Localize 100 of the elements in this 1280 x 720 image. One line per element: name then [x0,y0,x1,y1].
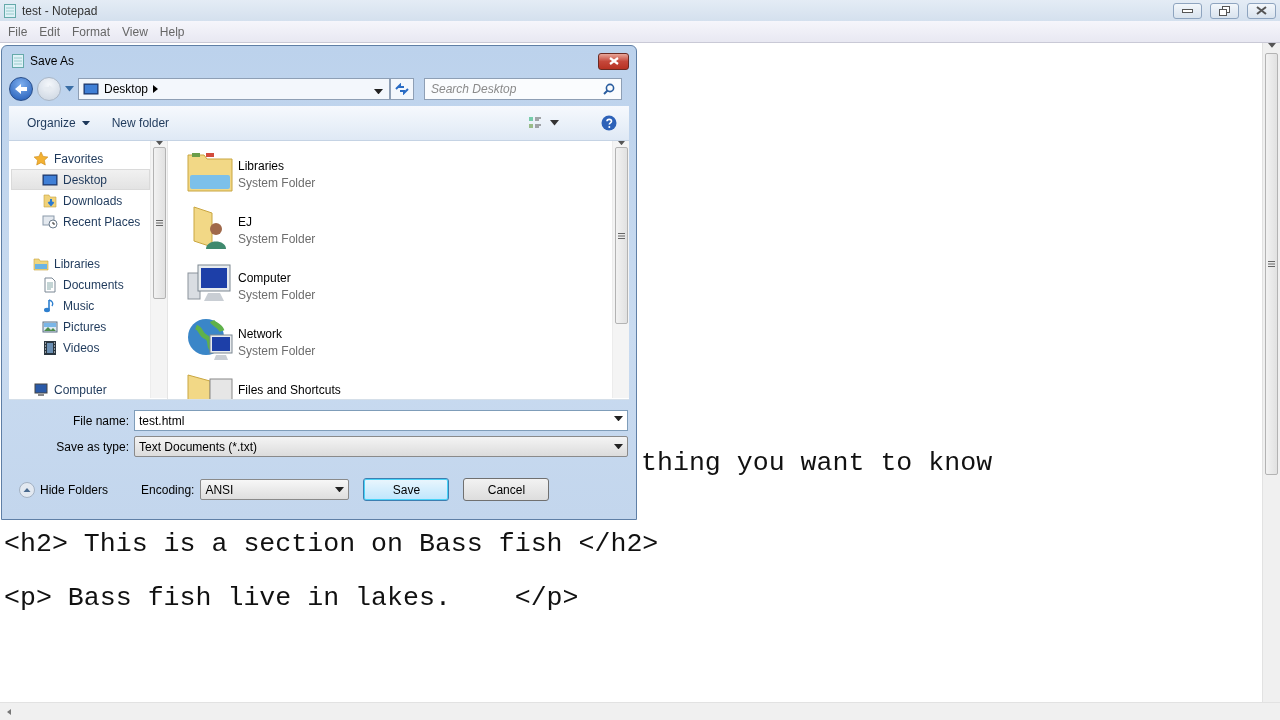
close-button[interactable] [598,52,629,70]
text-line: <h2> This is a section on Bass fish </h2> [4,529,659,559]
hide-folders-button[interactable]: Hide Folders [19,481,109,498]
folder-item[interactable]: EJ System Folder [186,199,612,255]
field-label: Save as type: [55,439,129,454]
nav-label: Music [63,298,95,313]
file-type: System Folder [238,344,316,358]
download-folder-icon [42,192,58,209]
scrollbar-thumb[interactable] [1265,52,1278,475]
scrollbar[interactable] [612,141,629,398]
encoding-dropdown[interactable]: ANSI [200,479,350,500]
view-list-icon [528,116,542,130]
folder-item[interactable]: Files and Shortcuts [186,367,612,399]
scrollbar[interactable] [1262,43,1280,702]
picture-icon [42,318,58,335]
nav-label: Documents [63,277,124,292]
text-line: thing you want to know [641,448,993,478]
scrollbar[interactable] [150,141,167,398]
restore-icon [1219,5,1230,16]
nav-item[interactable]: Pictures [11,316,150,337]
notepad-icon [4,3,16,18]
nav-label: Videos [63,340,100,355]
history-button[interactable] [65,86,74,92]
library-folder-icon [33,255,49,272]
back-arrow-icon [14,83,28,95]
close-icon [608,57,619,65]
folder-item[interactable]: Libraries System Folder [186,143,612,199]
menu-item[interactable]: Format [66,24,117,39]
dialog-button[interactable]: Cancel [463,478,550,501]
file-type: System Folder [238,288,316,302]
computer-icon [33,381,49,398]
file-name: Libraries [238,159,286,173]
nav-item[interactable]: Computer [11,379,150,400]
nav-item[interactable]: Music [11,295,150,316]
window-title: test - Notepad [22,3,98,18]
nav-label: Computer [54,382,107,397]
new-folder-button[interactable]: New folder [103,113,178,133]
close-button[interactable] [1247,2,1276,19]
minimize-button[interactable] [1173,2,1202,19]
file-type: System Folder [238,176,316,190]
save-type-dropdown[interactable]: Text Documents (*.txt) [134,436,628,457]
file-name: Network [238,327,283,341]
refresh-icon [395,83,409,95]
grip-icon [617,232,625,239]
refresh-button[interactable] [390,78,414,100]
back-button[interactable] [9,77,33,101]
field-label: Encoding: [141,482,195,497]
scrollbar-thumb[interactable] [614,147,628,325]
minimize-icon [1182,8,1193,13]
caret-icon [614,443,623,450]
nav-label: Favorites [54,151,104,166]
address-text: Desktop [104,82,149,96]
scroll-left-icon [7,708,11,715]
menu-item[interactable]: Help [153,24,191,39]
star-icon [33,150,49,167]
nav-item[interactable]: Documents [11,274,150,295]
file-name-field[interactable]: test.html [134,410,628,431]
caret-icon [65,86,74,92]
menu-item[interactable]: File [2,24,34,39]
chevron-right-icon [153,85,159,93]
monitor-icon [42,171,58,188]
horizontal-scrollbar[interactable] [0,702,1280,720]
file-name: EJ [238,215,253,229]
restore-button[interactable] [1210,2,1239,19]
menu-item[interactable]: Edit [33,24,67,39]
dialog-title: Save As [30,54,75,68]
nav-item[interactable]: Videos [11,337,150,358]
address-bar[interactable]: Desktop [78,78,390,100]
file-type: System Folder [238,232,316,246]
dialog-button[interactable]: Save [363,478,450,501]
nav-label: Libraries [54,256,101,271]
text-line: <p> Bass fish live in lakes. </p> [4,583,579,613]
help-icon [601,115,617,131]
folder-item[interactable]: Network System Folder [186,311,612,367]
nav-label: Downloads [63,193,123,208]
film-icon [42,339,58,356]
nav-label: Desktop [63,172,108,187]
close-icon [1256,6,1267,15]
nav-item[interactable]: Favorites [11,148,150,169]
file-name: Files and Shortcuts [238,383,341,397]
notepad-icon [12,54,24,68]
caret-icon [614,416,623,422]
help-button[interactable] [599,113,619,133]
scrollbar-thumb[interactable] [152,147,166,300]
nav-item[interactable]: Downloads [11,190,150,211]
monitor-icon [83,81,99,97]
nav-item[interactable]: Recent Places [11,211,150,232]
grip-icon [1268,260,1275,267]
caret-icon [81,120,90,126]
caret-icon [550,120,559,126]
nav-item[interactable]: Desktop [11,169,150,190]
menu-item[interactable]: View [116,24,154,39]
nav-item[interactable]: Libraries [11,253,150,274]
recent-places-icon [42,213,58,230]
organize-button[interactable]: Organize [19,113,98,133]
file-name: Computer [238,271,292,285]
folder-item[interactable]: Computer System Folder [186,255,612,311]
nav-label: Recent Places [63,214,141,229]
field-label: File name: [71,413,129,428]
search-field[interactable]: Search Desktop [424,78,622,100]
